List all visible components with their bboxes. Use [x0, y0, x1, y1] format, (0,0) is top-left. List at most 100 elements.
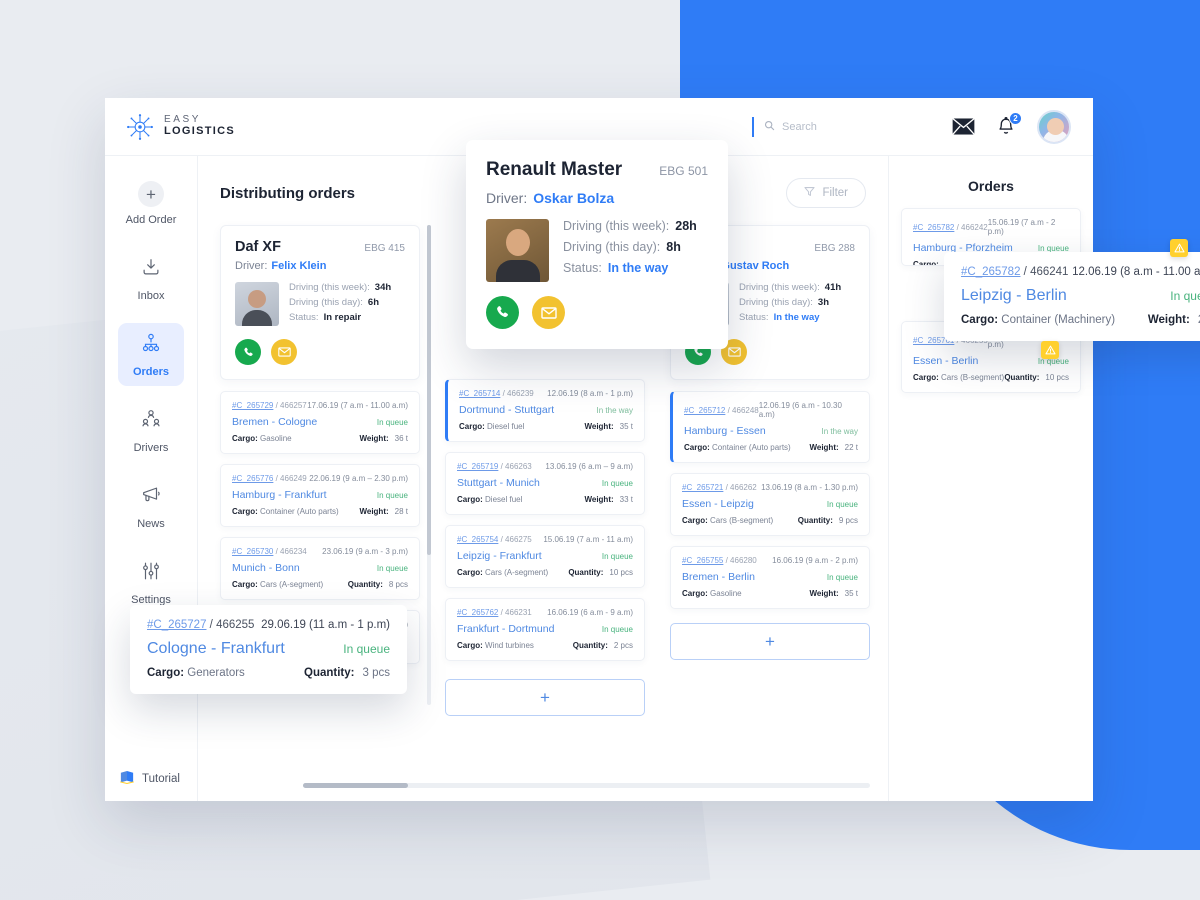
order-id[interactable]: #C_265782 [961, 266, 1020, 278]
truck-card[interactable]: Daf XF EBG 415 Driver: Felix Klein Drivin… [220, 225, 420, 380]
metric-value: 3 pcs [362, 667, 391, 679]
order-status: In queue [601, 624, 633, 634]
order-id[interactable]: #C_265754 [457, 535, 498, 544]
order-status: In the way [821, 426, 858, 436]
driver-name[interactable]: Oskar Bolza [533, 190, 614, 206]
order-route: Munich - Bonn [232, 562, 300, 574]
drivers-people-icon [140, 408, 162, 435]
search-input[interactable] [782, 120, 892, 133]
order-route: Essen - Leipzig [682, 498, 754, 510]
driver-photo [235, 282, 279, 326]
metric-value: 36 t [394, 434, 408, 443]
truck-detail-popup[interactable]: Renault Master EBG 501 Driver: Oskar Bolz… [466, 140, 728, 349]
order-id[interactable]: #C_265730 [232, 547, 273, 556]
search-box[interactable] [752, 116, 892, 137]
order-date: 15.06.19 (7 a.m - 2 p.m) [987, 218, 1056, 236]
order-number: 466263 [505, 462, 532, 471]
floating-order-card[interactable]: #C_265782 / 466241 12.06.19 (8 a.m - 11.… [944, 252, 1200, 341]
sidebar-item-inbox[interactable]: Inbox [118, 247, 184, 310]
brand-logo[interactable]: EASY LOGISTICS [125, 112, 235, 142]
envelope-icon[interactable] [952, 118, 975, 135]
horizontal-scrollbar-thumb[interactable] [303, 783, 408, 788]
plus-icon: + [138, 181, 164, 207]
warning-triangle-icon[interactable] [1041, 341, 1059, 359]
orders-hierarchy-icon [140, 332, 162, 359]
sidebar-item-add-order[interactable]: + Add Order [118, 172, 184, 234]
cargo-value: Container (Machinery) [1001, 314, 1116, 326]
warning-triangle-icon[interactable] [1170, 239, 1188, 257]
driver-name[interactable]: Felix Klein [271, 260, 326, 272]
envelope-icon[interactable] [532, 296, 565, 329]
driving-day-value: 3h [817, 297, 830, 308]
add-order-tile[interactable]: + [670, 623, 870, 660]
metric-value: 22 t [844, 443, 858, 452]
order-id[interactable]: #C_265719 [457, 462, 498, 471]
order-id[interactable]: #C_265714 [459, 389, 500, 398]
filter-label: Filter [822, 187, 848, 199]
metric-label: Quantity: [797, 516, 833, 525]
phone-icon[interactable] [486, 296, 519, 329]
order-card[interactable]: #C_265776 / 466249 22.06.19 (9 a.m – 2.30… [220, 464, 420, 527]
order-date: 12.06.19 (8 a.m - 1 p.m) [547, 389, 633, 398]
cargo-label: Cargo: [232, 507, 258, 516]
order-card[interactable]: #C_265721 / 466262 13.06.19 (8 a.m - 1.30… [670, 473, 870, 536]
driving-week-label: Driving (this week): [563, 219, 670, 233]
order-id[interactable]: #C_265782 [913, 223, 954, 232]
driver-label: Driver: [235, 260, 268, 272]
order-card[interactable]: #C_265762 / 466231 16.06.19 (6 a.m - 9 a.… [445, 598, 645, 661]
order-id[interactable]: #C_265712 [684, 406, 725, 415]
order-id[interactable]: #C_265762 [457, 608, 498, 617]
order-id[interactable]: #C_265776 [232, 474, 273, 483]
order-id[interactable]: #C_265755 [682, 556, 723, 565]
order-card[interactable]: #C_265714 / 466239 12.06.19 (8 a.m - 1 p.… [445, 379, 645, 442]
order-number: 466231 [505, 608, 532, 617]
sidebar-item-drivers[interactable]: Drivers [118, 399, 184, 462]
floating-order-card[interactable]: #C_265727 / 466255 29.06.19 (11 a.m - 1 … [130, 605, 407, 694]
order-card[interactable]: #C_265730 / 466234 23.06.19 (9 a.m - 3 p.… [220, 537, 420, 600]
column-scrollbar[interactable] [427, 225, 431, 705]
add-order-tile[interactable]: + [445, 679, 645, 716]
sidebar: + Add Order Inbox Orders Drivers News Se… [105, 156, 198, 801]
cargo-value: Diesel fuel [487, 422, 525, 431]
cargo-value: Cars (B-segment) [710, 516, 774, 525]
phone-icon[interactable] [235, 339, 261, 365]
metric-value: 10 pcs [1045, 373, 1069, 382]
sidebar-item-news[interactable]: News [118, 475, 184, 538]
order-id[interactable]: #C_265727 [147, 619, 206, 631]
column-scrollbar-thumb[interactable] [427, 225, 431, 555]
order-card[interactable]: #C_265712 / 466248 12.06.19 (6 a.m - 10.3… [670, 391, 870, 463]
sidebar-item-orders[interactable]: Orders [118, 323, 184, 386]
horizontal-scrollbar[interactable] [303, 783, 870, 788]
metric-label: Quantity: [1004, 373, 1040, 382]
driving-week-label: Driving (this week): [289, 282, 370, 293]
metric-label: Weight: [809, 443, 839, 452]
cargo-label: Cargo: [682, 589, 708, 598]
order-id[interactable]: #C_265721 [682, 483, 723, 492]
order-id[interactable]: #C_265729 [232, 401, 273, 410]
order-route: Hamburg - Frankfurt [232, 489, 327, 501]
order-date: 16.06.19 (6 a.m - 9 a.m) [547, 608, 633, 617]
order-number: 466257 [280, 401, 307, 410]
cargo-value: Generators [187, 667, 245, 679]
order-card[interactable]: #C_265729 / 466257 17.06.19 (7 a.m - 11.0… [220, 391, 420, 454]
metric-label: Quantity: [347, 580, 383, 589]
driver-name[interactable]: Gustav Roch [721, 260, 789, 272]
cargo-label: Cargo: [232, 580, 258, 589]
order-number: 466249 [280, 474, 307, 483]
bell-icon[interactable]: 2 [997, 111, 1022, 137]
cargo-label: Cargo: [684, 443, 710, 452]
envelope-icon[interactable] [271, 339, 297, 365]
order-route: Dortmund - Stuttgart [459, 404, 555, 416]
order-card[interactable]: #C_265719 / 466263 13.06.19 (6 a.m – 9 a.… [445, 452, 645, 515]
tutorial-link[interactable]: Tutorial [119, 770, 180, 787]
cargo-value: Gasoline [710, 589, 742, 598]
order-route: Stuttgart - Munich [457, 477, 540, 489]
filter-button[interactable]: Filter [786, 178, 866, 208]
order-route: Leipzig - Frankfurt [457, 550, 542, 562]
order-route: Bremen - Berlin [682, 571, 755, 583]
order-card[interactable]: #C_265754 / 466275 15.06.19 (7 a.m - 11 a… [445, 525, 645, 588]
order-date: 16.06.19 (9 a.m - 2 p.m) [772, 556, 858, 565]
order-card[interactable]: #C_265755 / 466280 16.06.19 (9 a.m - 2 p.… [670, 546, 870, 609]
order-date: 29.06.19 (11 a.m - 1 p.m) [261, 619, 390, 631]
user-avatar[interactable] [1037, 109, 1071, 144]
